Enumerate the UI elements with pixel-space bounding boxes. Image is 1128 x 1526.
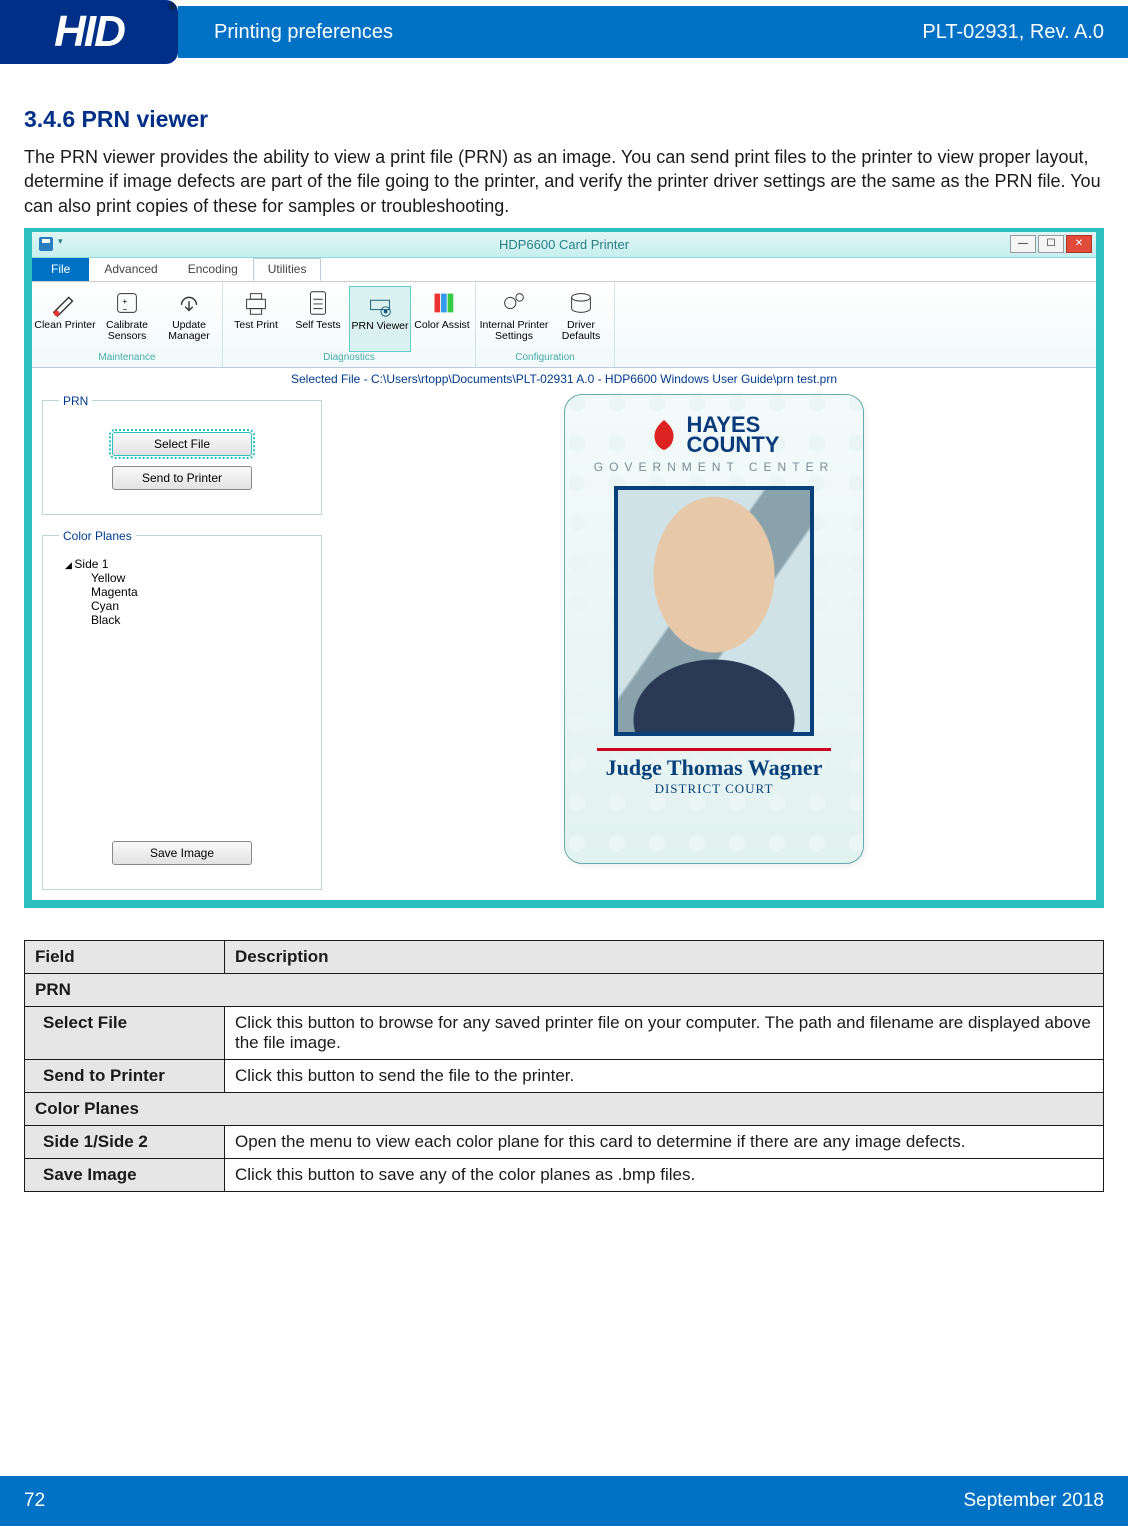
th-desc: Description	[225, 940, 1104, 973]
self-tests-button[interactable]: Self Tests	[287, 286, 349, 352]
group-configuration-label: Configuration	[478, 352, 612, 365]
field-send-to-printer: Send to Printer	[25, 1059, 225, 1092]
calibrate-sensors-button[interactable]: +− Calibrate Sensors	[96, 286, 158, 352]
card-county2: COUNTY	[687, 435, 780, 455]
group-row-prn: PRN	[25, 973, 1104, 1006]
close-button[interactable]: ✕	[1066, 235, 1092, 253]
prn-fieldset: PRN Select File Send to Printer	[42, 394, 322, 515]
select-file-button[interactable]: Select File	[112, 432, 252, 456]
ribbon-tabs: File Advanced Encoding Utilities	[32, 258, 1096, 282]
preview-pane: HAYES COUNTY GOVERNMENT CENTER Judge Tho…	[342, 394, 1086, 890]
card-name: Judge Thomas Wagner	[606, 755, 823, 781]
colorplanes-fieldset: Color Planes Side 1 Yellow Magenta Cyan …	[42, 529, 322, 890]
clean-printer-button[interactable]: Clean Printer	[34, 286, 96, 352]
send-to-printer-button[interactable]: Send to Printer	[112, 466, 252, 490]
update-manager-button[interactable]: Update Manager	[158, 286, 220, 352]
color-assist-button[interactable]: Color Assist	[411, 286, 473, 352]
header-bar: Printing preferences PLT-02931, Rev. A.0	[178, 6, 1128, 58]
colorplanes-legend: Color Planes	[59, 529, 136, 543]
desc-send-to-printer: Click this button to send the file to th…	[225, 1059, 1104, 1092]
field-save-image: Save Image	[25, 1158, 225, 1191]
driver-defaults-button[interactable]: Driver Defaults	[550, 286, 612, 352]
footer-date: September 2018	[964, 1490, 1105, 1512]
card-preview: HAYES COUNTY GOVERNMENT CENTER Judge Tho…	[564, 394, 864, 864]
save-image-button[interactable]: Save Image	[112, 841, 252, 865]
desc-save-image: Click this button to save any of the col…	[225, 1158, 1104, 1191]
group-row-colorplanes: Color Planes	[25, 1092, 1104, 1125]
tree-side1[interactable]: Side 1	[65, 557, 305, 571]
page-number: 72	[24, 1490, 45, 1512]
county-logo-icon	[649, 418, 679, 452]
group-maintenance-label: Maintenance	[34, 352, 220, 365]
internal-settings-button[interactable]: Internal Printer Settings	[478, 286, 550, 352]
tab-utilities[interactable]: Utilities	[253, 258, 322, 281]
description-table: Field Description PRN Select File Click …	[24, 940, 1104, 1192]
card-photo	[614, 486, 814, 736]
section-heading: 3.4.6 PRN viewer	[24, 106, 1104, 133]
logo-text: HID	[54, 7, 124, 57]
desc-side12: Open the menu to view each color plane f…	[225, 1125, 1104, 1158]
qat-save-icon[interactable]	[38, 236, 54, 252]
tree-plane[interactable]: Black	[65, 613, 305, 627]
tree-plane[interactable]: Magenta	[65, 585, 305, 599]
tree-plane[interactable]: Yellow	[65, 571, 305, 585]
tab-file[interactable]: File	[32, 257, 89, 281]
footer: 72 September 2018	[0, 1476, 1128, 1526]
desc-select-file: Click this button to browse for any save…	[225, 1006, 1104, 1059]
hid-logo: HID ®	[0, 0, 178, 64]
app-title: HDP6600 Card Printer	[499, 237, 629, 252]
colorplanes-tree[interactable]: Side 1 Yellow Magenta Cyan Black	[59, 557, 305, 831]
section-intro: The PRN viewer provides the ability to v…	[24, 145, 1104, 218]
card-gov-center: GOVERNMENT CENTER	[594, 460, 834, 474]
field-select-file: Select File	[25, 1006, 225, 1059]
th-field: Field	[25, 940, 225, 973]
breadcrumb: Printing preferences	[214, 21, 393, 44]
doc-revision: PLT-02931, Rev. A.0	[922, 21, 1104, 44]
selected-file-path: Selected File - C:\Users\rtopp\Documents…	[32, 368, 1096, 390]
tab-encoding[interactable]: Encoding	[173, 258, 253, 281]
svg-text:−: −	[122, 304, 127, 314]
app-window: ▾ HDP6600 Card Printer — ☐ ✕ File Advanc…	[24, 228, 1104, 908]
titlebar: ▾ HDP6600 Card Printer — ☐ ✕	[32, 232, 1096, 258]
prn-legend: PRN	[59, 394, 92, 408]
registered-mark: ®	[169, 2, 174, 13]
qat-dropdown-icon[interactable]: ▾	[58, 236, 74, 252]
ribbon: Clean Printer +− Calibrate Sensors Updat…	[32, 282, 1096, 368]
card-court: DISTRICT COURT	[655, 781, 774, 797]
minimize-button[interactable]: —	[1010, 235, 1036, 253]
maximize-button[interactable]: ☐	[1038, 235, 1064, 253]
test-print-button[interactable]: Test Print	[225, 286, 287, 352]
group-diagnostics-label: Diagnostics	[225, 352, 473, 365]
tree-plane[interactable]: Cyan	[65, 599, 305, 613]
prn-viewer-button[interactable]: PRN Viewer	[349, 286, 411, 352]
tab-advanced[interactable]: Advanced	[89, 258, 172, 281]
field-side12: Side 1/Side 2	[25, 1125, 225, 1158]
card-divider	[597, 748, 831, 751]
